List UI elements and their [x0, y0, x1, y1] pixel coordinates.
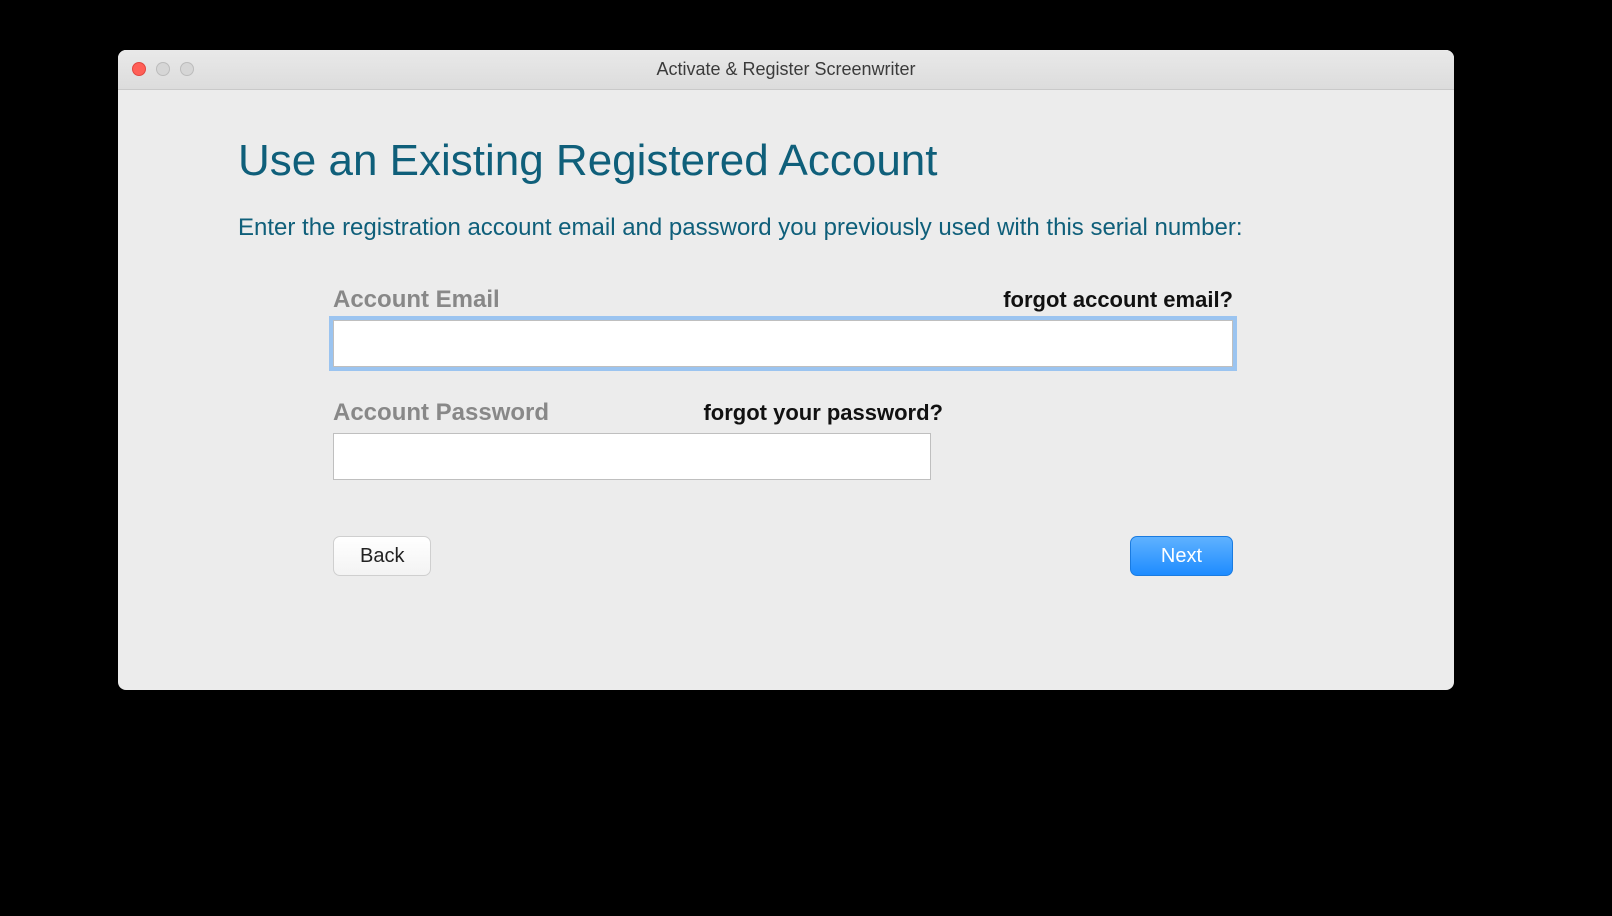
forgot-email-link[interactable]: forgot account email? [1003, 287, 1233, 313]
form: Account Email forgot account email? Acco… [238, 286, 1334, 576]
password-input[interactable] [333, 433, 931, 480]
next-button[interactable]: Next [1130, 536, 1233, 576]
password-group: Account Password forgot your password? [333, 399, 1334, 480]
activation-window: Activate & Register Screenwriter Use an … [118, 50, 1454, 690]
instructions: Enter the registration account email and… [238, 212, 1318, 244]
forgot-password-link[interactable]: forgot your password? [703, 400, 943, 426]
email-group: Account Email forgot account email? [333, 286, 1334, 367]
email-input[interactable] [333, 320, 1233, 367]
page-heading: Use an Existing Registered Account [238, 136, 1334, 186]
back-button[interactable]: Back [333, 536, 431, 576]
email-label: Account Email [333, 286, 500, 314]
zoom-icon[interactable] [180, 62, 194, 76]
password-label: Account Password [333, 399, 549, 427]
close-icon[interactable] [132, 62, 146, 76]
content: Use an Existing Registered Account Enter… [118, 90, 1454, 576]
window-controls [132, 62, 194, 76]
minimize-icon[interactable] [156, 62, 170, 76]
window-title: Activate & Register Screenwriter [118, 59, 1454, 80]
titlebar: Activate & Register Screenwriter [118, 50, 1454, 90]
button-row: Back Next [333, 536, 1233, 576]
